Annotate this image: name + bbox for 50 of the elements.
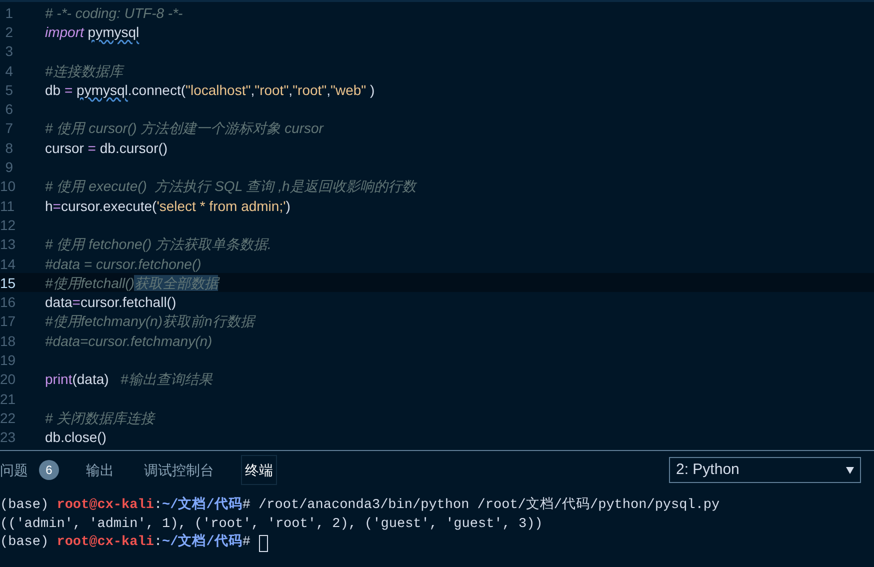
line-number: 17: [0, 314, 13, 328]
line-number: 6: [4, 102, 13, 116]
code-line: #使用fetchall()获取全部数据: [45, 276, 218, 290]
panel-tab[interactable]: 终端: [241, 455, 277, 485]
code-line: #使用fetchmany(n)获取前n行数据: [45, 314, 254, 328]
line-number: 12: [0, 218, 13, 232]
code-line: # -*- coding: UTF-8 -*-: [45, 6, 183, 20]
caret-icon: [846, 466, 854, 474]
line-number: 20: [0, 372, 13, 386]
code-line: db = pymysql.connect("localhost","root","root","web" ): [45, 82, 375, 97]
line-number: 21: [0, 392, 13, 406]
line-number: 22: [0, 410, 13, 425]
panel-tab[interactable]: 输出: [83, 455, 117, 485]
code-line: # 使用 fetchone() 方法获取单条数据.: [45, 237, 272, 252]
line-number: 7: [4, 121, 13, 136]
panel-tab[interactable]: 调试控制台: [141, 455, 217, 485]
line-number: 15: [0, 276, 13, 290]
count-badge: 6: [39, 460, 59, 480]
code-line: data=cursor.fetchall(): [45, 295, 176, 310]
terminal-line: (base) root@cx-kali:~/文档/代码# /root/anaconda3/bin/python /root/文档/代码/python/pysql.py: [0, 496, 720, 516]
line-number: 19: [0, 352, 13, 367]
line-number: 10: [0, 179, 13, 194]
terminal-dropdown[interactable]: 2: Python: [669, 457, 861, 483]
line-number: 8: [4, 140, 13, 155]
line-number: 11: [0, 198, 13, 213]
code-line: h=cursor.execute('select * from admin;'): [45, 198, 290, 213]
line-number: 16: [0, 295, 13, 310]
terminal-line: (('admin', 'admin', 1), ('root', 'root', 2), ('guest', 'guest', 3)): [0, 516, 543, 533]
line-number: 13: [0, 237, 13, 252]
code-line: import pymysql: [45, 24, 140, 39]
line-number: 9: [4, 160, 13, 174]
line-number: 4: [4, 64, 13, 78]
code-line: # 使用 execute() 方法执行 SQL 查询 ,h是返回收影响的行数: [45, 179, 416, 194]
line-number: 3: [4, 44, 13, 58]
code-line: print(data) #输出查询结果: [45, 372, 212, 386]
code-line: #连接数据库: [45, 64, 123, 78]
panel-tab[interactable]: 问题: [0, 455, 31, 485]
code-line: cursor = db.cursor(): [45, 140, 168, 155]
code-line: #data=cursor.fetchmany(n): [45, 334, 212, 348]
code-line: #data = cursor.fetchone(): [45, 256, 202, 270]
code-line: # 使用 cursor() 方法创建一个游标对象 cursor: [45, 121, 324, 136]
line-number: 23: [0, 430, 13, 444]
line-number: 1: [4, 6, 13, 20]
terminal-line: (base) root@cx-kali:~/文档/代码#: [0, 533, 252, 552]
code-line: # 关闭数据库连接: [45, 410, 155, 425]
line-number: 18: [0, 334, 13, 348]
line-number: 2: [4, 24, 13, 39]
code-line: db.close(): [45, 430, 106, 444]
line-number: 5: [4, 82, 13, 97]
line-number: 14: [0, 256, 13, 270]
